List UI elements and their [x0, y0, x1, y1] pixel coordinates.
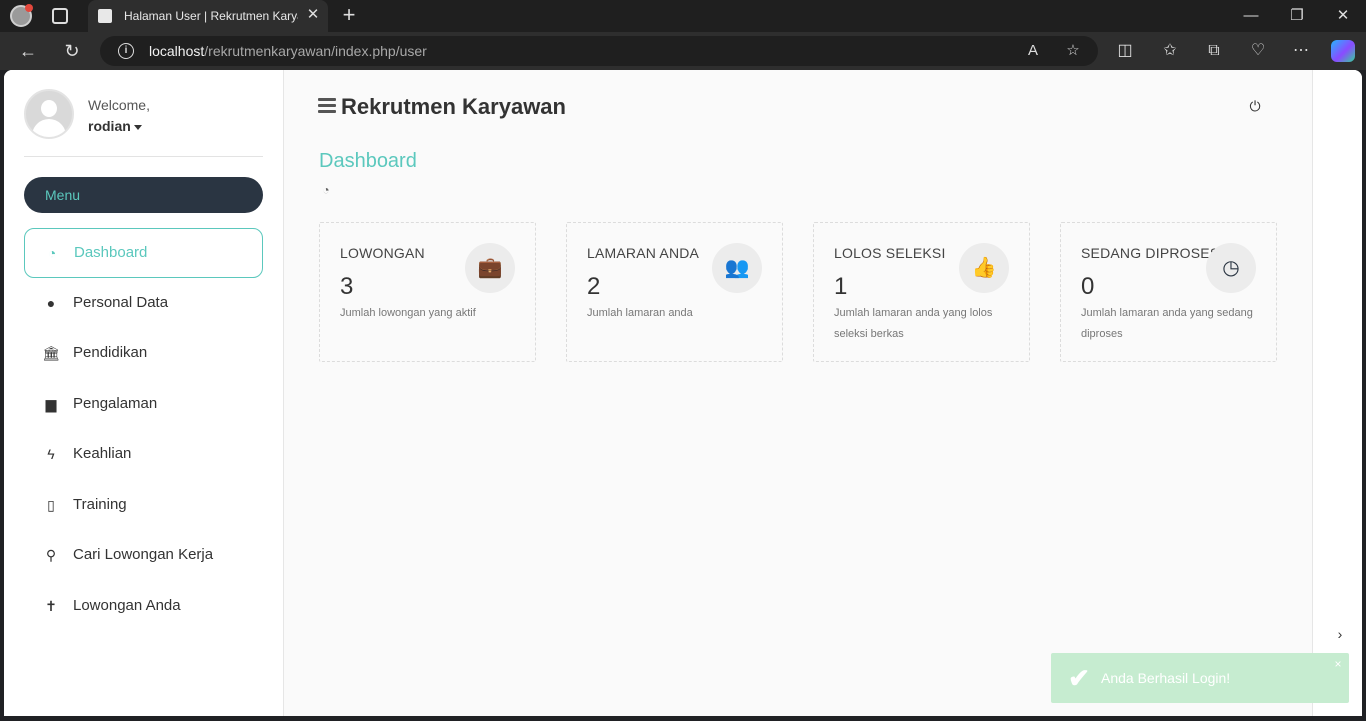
stat-card-lamaran-anda: LAMARAN ANDA 2 Jumlah lamaran anda 👥	[566, 222, 783, 362]
new-tab-button[interactable]: +	[338, 4, 360, 26]
collections-icon[interactable]: ⧉	[1202, 40, 1226, 62]
card-value: 0	[1081, 273, 1095, 300]
split-screen-icon[interactable]: ◫	[1113, 40, 1137, 62]
address-bar[interactable]: i localhost/rekrutmenkaryawan/index.php/…	[100, 36, 1098, 66]
child-icon: ✝	[45, 598, 57, 614]
sidebar-item-dashboard[interactable]: ◔ Dashboard	[24, 228, 263, 278]
web-page: Welcome, rodian Menu ◔ Dashboard ● Perso…	[4, 70, 1362, 716]
caret-down-icon	[133, 124, 142, 130]
user-icon: ●	[46, 295, 56, 311]
card-description: Jumlah lowongan yang aktif	[340, 307, 476, 319]
briefcase-icon: 💼	[465, 243, 515, 293]
minimize-icon[interactable]: —	[1236, 4, 1266, 28]
sidebar-item-label: Keahlian	[73, 445, 132, 462]
card-description: Jumlah lamaran anda yang sedang diproses	[1081, 307, 1253, 340]
url-text[interactable]: localhost/rekrutmenkaryawan/index.php/us…	[149, 43, 427, 59]
sidebar-item-personal-data[interactable]: ● Personal Data	[24, 279, 263, 329]
back-icon[interactable]: ←	[15, 39, 41, 63]
card-value: 3	[340, 273, 354, 300]
profile-avatar[interactable]	[10, 4, 33, 27]
user-dropdown[interactable]: rodian	[88, 118, 142, 134]
card-title: LAMARAN ANDA	[587, 245, 700, 261]
sidebar-item-label: Pendidikan	[73, 344, 148, 361]
app-title: Rekrutmen Karyawan	[341, 94, 566, 119]
toast-message: Anda Berhasil Login!	[1101, 670, 1231, 686]
sidebar-item-label: Cari Lowongan Kerja	[73, 546, 214, 563]
stat-card-lolos-seleksi: LOLOS SELEKSI 1 Jumlah lamaran anda yang…	[813, 222, 1030, 362]
dashboard-icon: ◔	[47, 245, 57, 261]
tab-actions-icon[interactable]	[52, 8, 68, 24]
url-host: localhost	[149, 43, 205, 59]
sidebar-item-label: Dashboard	[74, 244, 148, 261]
favorite-icon[interactable]: ☆	[1062, 41, 1084, 61]
sidebar-divider	[24, 156, 263, 157]
favorites-icon[interactable]: ✩	[1158, 40, 1182, 62]
avatar-body	[32, 119, 66, 137]
sidebar-item-label: Lowongan Anda	[73, 597, 181, 614]
bolt-icon: ϟ	[47, 446, 55, 462]
institution-icon: 🏛	[42, 345, 60, 361]
toast-close-icon[interactable]: ×	[1331, 657, 1345, 671]
copilot-icon[interactable]	[1331, 40, 1355, 62]
sidebar-item-cari-lowongan-kerja[interactable]: ⚲ Cari Lowongan Kerja	[24, 531, 263, 581]
tab-close-icon[interactable]: ✕	[304, 6, 322, 24]
tab-title: Halaman User | Rekrutmen Karyawan	[124, 9, 298, 23]
thumbs-up-icon: 👍	[959, 243, 1009, 293]
username: rodian	[88, 118, 131, 134]
card-value: 2	[587, 273, 601, 300]
window-close-icon[interactable]: ✕	[1328, 4, 1358, 28]
main-content: Rekrutmen Karyawan ⏻ Dashboard ◔ LOWONGA…	[284, 70, 1312, 716]
page-title: Dashboard	[319, 150, 417, 172]
sidebar-item-pendidikan[interactable]: 🏛 Pendidikan	[24, 329, 263, 379]
browser-tab-bar: Halaman User | Rekrutmen Karyawan ✕ + — …	[0, 0, 1366, 32]
avatar	[24, 89, 74, 139]
sidebar-item-label: Pengalaman	[73, 395, 158, 412]
users-icon: 👥	[712, 243, 762, 293]
site-info-icon[interactable]: i	[118, 43, 134, 59]
dashboard-icon: ◔	[322, 183, 330, 197]
card-description: Jumlah lamaran anda	[587, 307, 693, 319]
card-title: LOWONGAN	[340, 245, 425, 261]
logout-power-icon[interactable]: ⏻	[1246, 97, 1264, 115]
more-icon[interactable]: ⋯	[1289, 40, 1313, 62]
card-title: LOLOS SELEKSI	[834, 245, 946, 261]
stat-card-sedang-diproses: SEDANG DIPROSES 0 Jumlah lamaran anda ya…	[1060, 222, 1277, 362]
avatar-head	[41, 100, 57, 117]
menu-header: Menu	[24, 177, 263, 213]
card-value: 1	[834, 273, 848, 300]
sidebar-item-label: Training	[73, 496, 127, 513]
search-icon: ⚲	[45, 547, 57, 563]
stat-card-lowongan: LOWONGAN 3 Jumlah lowongan yang aktif 💼	[319, 222, 536, 362]
sidebar-item-lowongan-anda[interactable]: ✝ Lowongan Anda	[24, 582, 263, 632]
notification-dot	[25, 4, 33, 12]
sidebar-item-training[interactable]: ▯ Training	[24, 481, 263, 531]
sidebar-item-keahlian[interactable]: ϟ Keahlian	[24, 430, 263, 480]
briefcase-icon: ▆	[45, 396, 57, 412]
sidebar-item-pengalaman[interactable]: ▆ Pengalaman	[24, 380, 263, 430]
success-toast[interactable]: ✔ Anda Berhasil Login! ×	[1051, 653, 1349, 703]
browser-tab-active[interactable]: Halaman User | Rekrutmen Karyawan ✕	[88, 0, 328, 32]
file-code-icon: ▯	[47, 497, 55, 513]
card-description: Jumlah lamaran anda yang lolos seleksi b…	[834, 307, 993, 340]
welcome-text: Welcome,	[88, 97, 150, 113]
browser-toolbar: ← ↻ i localhost/rekrutmenkaryawan/index.…	[0, 32, 1366, 70]
hamburger-menu-icon[interactable]	[318, 98, 336, 114]
restore-icon[interactable]: ❐	[1282, 4, 1312, 28]
check-icon: ✔	[1068, 663, 1090, 693]
card-title: SEDANG DIPROSES	[1081, 245, 1220, 261]
read-aloud-icon[interactable]: A	[1022, 41, 1044, 61]
right-rail: ›	[1312, 70, 1362, 716]
clock-icon: ◷	[1206, 243, 1256, 293]
reload-icon[interactable]: ↻	[59, 39, 85, 63]
url-path: /rekrutmenkaryawan/index.php/user	[204, 43, 427, 59]
page-favicon-icon	[98, 9, 112, 23]
health-icon[interactable]: ♡	[1246, 40, 1270, 62]
chevron-right-icon[interactable]: ›	[1333, 626, 1347, 642]
sidebar-item-label: Personal Data	[73, 294, 169, 311]
sidebar: Welcome, rodian Menu ◔ Dashboard ● Perso…	[4, 70, 284, 716]
